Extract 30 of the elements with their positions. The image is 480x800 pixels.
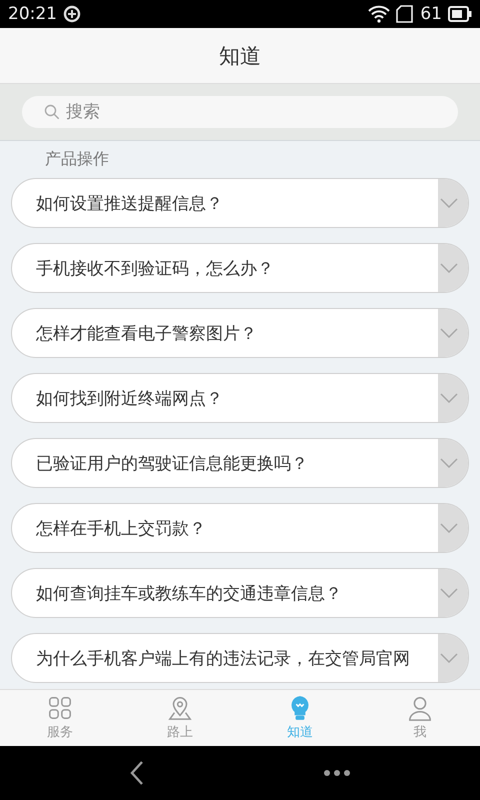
chevron-icon[interactable] (440, 653, 458, 663)
person-icon (407, 695, 433, 721)
question-item[interactable]: 手机接收不到验证码，怎么办？ (11, 243, 469, 293)
question-item[interactable]: 怎样才能查看电子警察图片？ (11, 308, 469, 358)
grid-icon (47, 695, 73, 721)
search-field[interactable]: 搜索 (22, 96, 458, 128)
sim-card-icon (396, 5, 414, 23)
page-title: 知道 (219, 42, 261, 70)
chevron-icon[interactable] (440, 458, 458, 468)
wifi-icon (368, 5, 390, 23)
chevron-icon[interactable] (440, 588, 458, 598)
chevron-icon[interactable] (440, 198, 458, 208)
section-heading: 产品操作 (44, 148, 110, 170)
sync-icon (63, 5, 81, 23)
battery-icon (448, 6, 472, 22)
question-item[interactable]: 如何查询挂车或教练车的交通违章信息？ (11, 568, 469, 618)
chevron-icon[interactable] (440, 328, 458, 338)
question-item[interactable]: 如何找到附近终端网点？ (11, 373, 469, 423)
question-item[interactable]: 为什么手机客户端上有的违法记录，在交管局官网 (11, 633, 469, 683)
question-item[interactable]: 怎样在手机上交罚款？ (11, 503, 469, 553)
chevron-icon[interactable] (440, 263, 458, 273)
question-item[interactable]: 已验证用户的驾驶证信息能更换吗？ (11, 438, 469, 488)
clock-time: 20:21 (8, 4, 57, 24)
chevron-icon[interactable] (440, 393, 458, 403)
battery-percent: 61 (420, 4, 442, 24)
map-pin-icon (167, 695, 193, 721)
question-item[interactable]: 如何设置推送提醒信息？ (11, 178, 469, 228)
chevron-icon[interactable] (440, 523, 458, 533)
more-icon[interactable] (323, 769, 351, 777)
back-icon[interactable] (129, 760, 145, 786)
